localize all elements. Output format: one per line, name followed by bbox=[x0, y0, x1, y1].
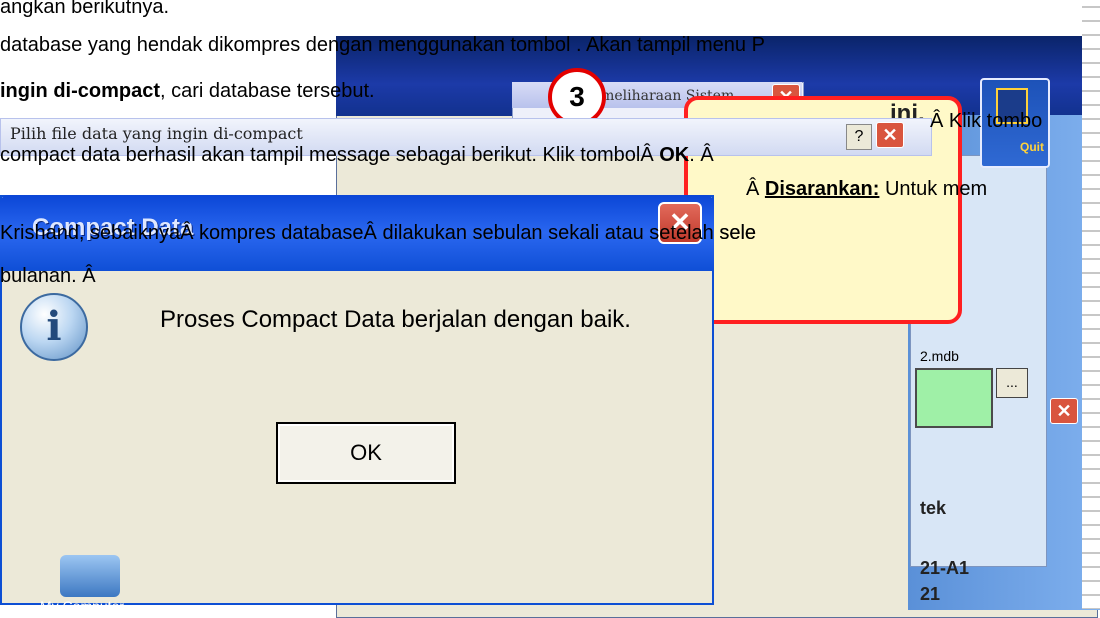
help-button[interactable]: ? bbox=[846, 124, 872, 150]
step-number: 3 bbox=[569, 81, 585, 112]
article-line-4: compact data berhasil akan tampil messag… bbox=[0, 144, 714, 167]
right-panel-close-button[interactable]: ✕ bbox=[1050, 398, 1078, 424]
my-computer-icon[interactable] bbox=[60, 555, 120, 597]
dialog-message: Proses Compact Data berjalan dengan baik… bbox=[160, 306, 631, 333]
article-accent: Â bbox=[746, 178, 760, 200]
klik-tombol-text: Â Klik tombo bbox=[930, 110, 1043, 132]
torn-edge bbox=[1082, 0, 1100, 609]
article-saran: Â Disarankan: Untuk mem bbox=[746, 178, 987, 201]
right-label-2: 21-A1 bbox=[920, 558, 970, 578]
article-line-2: database yang hendak dikompres dengan me… bbox=[0, 34, 765, 56]
information-icon: i bbox=[20, 293, 88, 361]
saran-rest: Untuk mem bbox=[879, 178, 988, 200]
info-glyph: i bbox=[46, 303, 62, 350]
saran-label: Disarankan: bbox=[764, 178, 880, 200]
my-computer-label: My Computer bbox=[40, 598, 125, 614]
article-line-3-rest: , cari database tersebut. bbox=[160, 80, 375, 102]
article-bold-phrase: ingin di-compact bbox=[0, 80, 160, 102]
ok-button[interactable]: OK bbox=[276, 422, 456, 484]
article-line-4-end: . Â bbox=[689, 144, 714, 166]
filename-label: 2.mdb bbox=[920, 348, 959, 364]
article-line-3: ingin di-compact, cari database tersebut… bbox=[0, 80, 375, 103]
filename-field[interactable] bbox=[915, 368, 993, 428]
browse-button[interactable]: ... bbox=[996, 368, 1028, 398]
file-dialog-title: Pilih file data yang ingin di-compact bbox=[10, 124, 303, 143]
article-line-7-overlay: bulanan. Â bbox=[0, 265, 96, 287]
article-line-1: angkan berikutnya. bbox=[0, 0, 170, 18]
article-ok-word: OK bbox=[659, 144, 690, 166]
article-line-4-text: compact data berhasil akan tampil messag… bbox=[0, 144, 660, 166]
article-line-6-overlay: Krishand, sebaiknyaÂ kompres databaseÂ d… bbox=[0, 222, 757, 244]
file-dialog-close-button[interactable]: ✕ bbox=[876, 122, 904, 148]
right-label-3: 21 bbox=[920, 584, 941, 604]
right-label-1: tek bbox=[920, 498, 947, 518]
quit-label: Quit bbox=[1020, 140, 1044, 154]
